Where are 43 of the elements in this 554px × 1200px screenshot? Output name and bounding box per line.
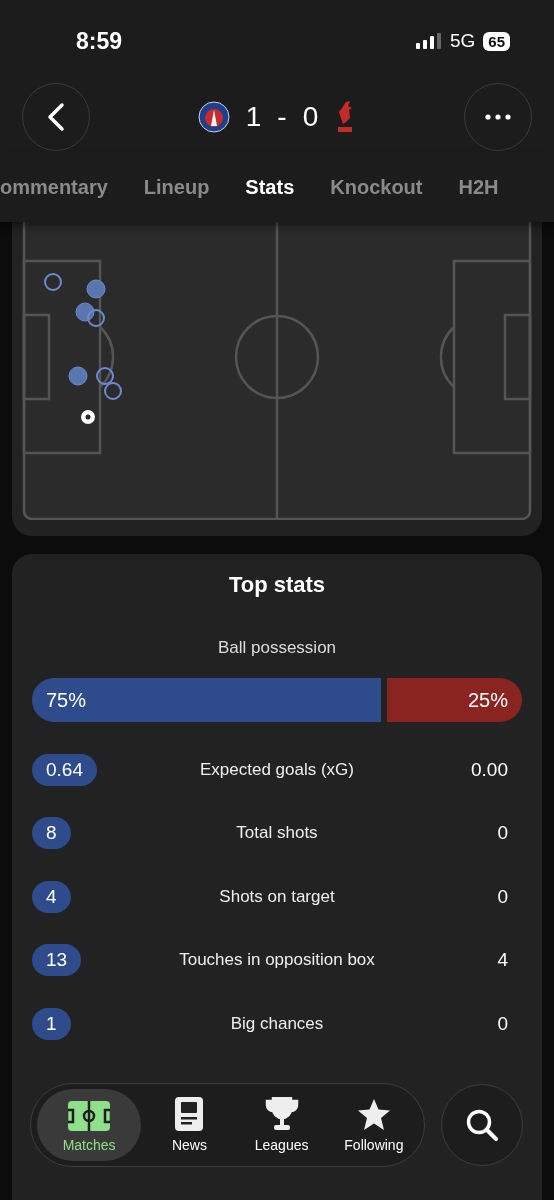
stat-value: 13 [32,944,82,977]
tab[interactable]: ommentary [0,175,108,199]
away-score: 0 [302,101,319,133]
tab[interactable]: Lineup [143,175,210,199]
crest-icon [197,101,230,133]
stat-label: Touches in opposition box [178,950,376,971]
stat-value: 4 [32,880,71,913]
stat-value: 0 [497,885,509,908]
status-time: 8:59 [76,27,123,55]
battery-indicator: 65 [483,31,510,51]
nav-item[interactable]: Matches [37,1089,142,1161]
possession-bar: 75% [32,678,381,722]
stat-label: Total shots [235,823,319,844]
possession-bar: 25% [387,678,522,722]
stat-value: 0.64 [32,753,97,786]
tab[interactable]: Stats [245,175,295,199]
stat-value: 0 [497,822,509,845]
nav-item[interactable]: Following [329,1089,418,1161]
nav-item[interactable]: Leagues [237,1089,326,1161]
tab[interactable]: H2H [458,175,499,199]
newspaper-icon [175,1097,204,1131]
search-icon [465,1108,499,1142]
more-icon [485,114,511,120]
trophy-icon [264,1097,299,1131]
stat-label: Expected goals (xG) [199,759,355,780]
stat-value: 1 [32,1007,71,1040]
nav-item[interactable]: News [145,1089,234,1161]
stat-value: 0.00 [471,758,509,781]
tab[interactable]: Knockout [330,175,423,199]
stat-label: Shots on target [218,886,336,907]
score-separator: - [277,101,287,133]
card-title: Top stats [227,572,327,598]
pitch-icon [68,1101,111,1131]
back-icon [46,102,66,132]
network-label: 5G [449,30,476,52]
home-score: 1 [245,101,262,133]
stat-label: Ball possession [216,638,338,658]
stat-value: 4 [497,949,509,972]
stat-label: Big chances [229,1013,325,1034]
stat-value: 0 [497,1012,509,1035]
stat-value: 8 [32,817,71,850]
star-icon [356,1098,391,1131]
signal-icon [415,33,442,49]
